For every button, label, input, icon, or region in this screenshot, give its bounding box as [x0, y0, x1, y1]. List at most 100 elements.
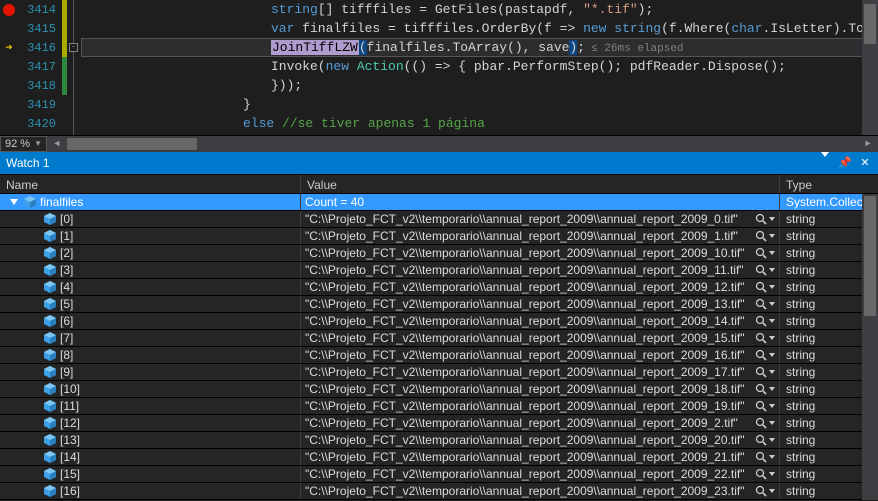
watch-name: [7]: [60, 330, 73, 346]
close-icon[interactable]: ✕: [858, 152, 872, 174]
object-icon: [44, 264, 56, 276]
text-visualizer-button[interactable]: [755, 332, 779, 344]
column-header-name[interactable]: Name: [0, 175, 301, 193]
text-visualizer-button[interactable]: [755, 349, 779, 361]
watch-panel-titlebar[interactable]: Watch 1 📌 ✕: [0, 152, 878, 174]
code-line[interactable]: else //se tiver apenas 1 página: [81, 114, 878, 133]
column-header-value[interactable]: Value: [301, 175, 780, 193]
outlining-margin[interactable]: [67, 76, 81, 95]
watch-row[interactable]: [5] "C:\\Projeto_FCT_v2\\temporario\\ann…: [0, 296, 878, 313]
text-visualizer-button[interactable]: [755, 400, 779, 412]
scrollbar-thumb[interactable]: [864, 4, 876, 44]
text-visualizer-button[interactable]: [755, 451, 779, 463]
object-icon: [44, 213, 56, 225]
text-visualizer-button[interactable]: [755, 298, 779, 310]
watch-row[interactable]: [0] "C:\\Projeto_FCT_v2\\temporario\\ann…: [0, 211, 878, 228]
editor-horizontal-scrollbar[interactable]: ◄ ►: [49, 136, 876, 152]
text-visualizer-button[interactable]: [755, 485, 779, 497]
watch-name: [3]: [60, 262, 73, 278]
outlining-margin[interactable]: [67, 95, 81, 114]
watch-row[interactable]: [12] "C:\\Projeto_FCT_v2\\temporario\\an…: [0, 415, 878, 432]
text-visualizer-button[interactable]: [755, 315, 779, 327]
text-visualizer-button[interactable]: [755, 383, 779, 395]
chevron-down-icon: [769, 455, 775, 459]
scrollbar-thumb[interactable]: [67, 138, 197, 150]
object-icon: [44, 315, 56, 327]
chevron-down-icon: [769, 336, 775, 340]
code-line[interactable]: var finalfiles = tifffiles.OrderBy(f => …: [81, 19, 878, 38]
breakpoint-icon[interactable]: [3, 4, 15, 16]
watch-row[interactable]: [6] "C:\\Projeto_FCT_v2\\temporario\\ann…: [0, 313, 878, 330]
code-line[interactable]: }));: [81, 76, 878, 95]
watch-row-root[interactable]: finalfiles Count = 40 System.Collecti...: [0, 194, 878, 211]
breakpoint-margin[interactable]: [0, 4, 18, 16]
expander-expanded-icon[interactable]: [10, 199, 18, 205]
chevron-down-icon: [769, 285, 775, 289]
code-line[interactable]: JoinTiffLZW(finalfiles.ToArray(), save);…: [81, 38, 878, 57]
line-number: 3416: [18, 41, 62, 55]
panel-options-icon[interactable]: [818, 152, 832, 174]
outlining-margin[interactable]: [67, 57, 81, 76]
object-icon: [44, 298, 56, 310]
column-header-type[interactable]: Type: [780, 175, 878, 193]
watch-vertical-scrollbar[interactable]: [862, 194, 878, 500]
watch-name: [11]: [60, 398, 79, 414]
watch-row[interactable]: [2] "C:\\Projeto_FCT_v2\\temporario\\ann…: [0, 245, 878, 262]
pin-icon[interactable]: 📌: [838, 152, 852, 174]
zoom-combo[interactable]: 92 % ▼: [0, 136, 47, 152]
outlining-margin[interactable]: -: [67, 38, 81, 57]
code-editor[interactable]: 34143415➔3416-341734183419342034213422 s…: [0, 0, 878, 135]
scroll-left-button[interactable]: ◄: [49, 136, 65, 152]
outline-collapse-icon[interactable]: -: [69, 43, 78, 52]
scrollbar-thumb[interactable]: [864, 196, 876, 316]
text-visualizer-button[interactable]: [755, 417, 779, 429]
watch-row[interactable]: [15] "C:\\Projeto_FCT_v2\\temporario\\an…: [0, 466, 878, 483]
object-icon: [24, 196, 36, 208]
chevron-down-icon: [769, 302, 775, 306]
text-visualizer-button[interactable]: [755, 468, 779, 480]
code-line[interactable]: {: [81, 133, 878, 135]
text-visualizer-button[interactable]: [755, 281, 779, 293]
watch-row[interactable]: [13] "C:\\Projeto_FCT_v2\\temporario\\an…: [0, 432, 878, 449]
watch-value: "C:\\Projeto_FCT_v2\\temporario\\annual_…: [305, 449, 755, 465]
editor-vertical-scrollbar[interactable]: [862, 0, 878, 135]
current-statement-arrow-icon: ➔: [5, 42, 12, 54]
outlining-margin[interactable]: [67, 133, 81, 135]
watch-value: "C:\\Projeto_FCT_v2\\temporario\\annual_…: [305, 466, 755, 482]
watch-row[interactable]: [1] "C:\\Projeto_FCT_v2\\temporario\\ann…: [0, 228, 878, 245]
object-icon: [44, 247, 56, 259]
code-line[interactable]: string[] tifffiles = GetFiles(pastapdf, …: [81, 0, 878, 19]
watch-row[interactable]: [8] "C:\\Projeto_FCT_v2\\temporario\\ann…: [0, 347, 878, 364]
editor-code-area[interactable]: string[] tifffiles = GetFiles(pastapdf, …: [81, 0, 878, 135]
chevron-down-icon: [769, 489, 775, 493]
watch-row[interactable]: [3] "C:\\Projeto_FCT_v2\\temporario\\ann…: [0, 262, 878, 279]
watch-value: "C:\\Projeto_FCT_v2\\temporario\\annual_…: [305, 296, 755, 312]
text-visualizer-button[interactable]: [755, 230, 779, 242]
text-visualizer-button[interactable]: [755, 247, 779, 259]
watch-row[interactable]: [10] "C:\\Projeto_FCT_v2\\temporario\\an…: [0, 381, 878, 398]
watch-row[interactable]: [7] "C:\\Projeto_FCT_v2\\temporario\\ann…: [0, 330, 878, 347]
chevron-down-icon: [769, 438, 775, 442]
code-line[interactable]: }: [81, 95, 878, 114]
text-visualizer-button[interactable]: [755, 434, 779, 446]
text-visualizer-button[interactable]: [755, 264, 779, 276]
watch-row[interactable]: [4] "C:\\Projeto_FCT_v2\\temporario\\ann…: [0, 279, 878, 296]
outlining-margin[interactable]: [67, 0, 81, 19]
outlining-margin[interactable]: [67, 114, 81, 133]
watch-column-headers[interactable]: Name Value Type: [0, 174, 878, 194]
text-visualizer-button[interactable]: [755, 366, 779, 378]
watch-row[interactable]: [9] "C:\\Projeto_FCT_v2\\temporario\\ann…: [0, 364, 878, 381]
code-line[interactable]: Invoke(new Action(() => { pbar.PerformSt…: [81, 57, 878, 76]
breakpoint-margin[interactable]: ➔: [0, 42, 18, 54]
watch-grid[interactable]: finalfiles Count = 40 System.Collecti...…: [0, 194, 878, 500]
watch-name: [9]: [60, 364, 73, 380]
outlining-margin[interactable]: [67, 19, 81, 38]
chevron-down-icon: [769, 370, 775, 374]
text-visualizer-button[interactable]: [755, 213, 779, 225]
watch-name: [6]: [60, 313, 73, 329]
watch-row[interactable]: [11] "C:\\Projeto_FCT_v2\\temporario\\an…: [0, 398, 878, 415]
line-number: 3419: [18, 98, 62, 112]
watch-row[interactable]: [16] "C:\\Projeto_FCT_v2\\temporario\\an…: [0, 483, 878, 500]
scroll-right-button[interactable]: ►: [860, 136, 876, 152]
watch-row[interactable]: [14] "C:\\Projeto_FCT_v2\\temporario\\an…: [0, 449, 878, 466]
